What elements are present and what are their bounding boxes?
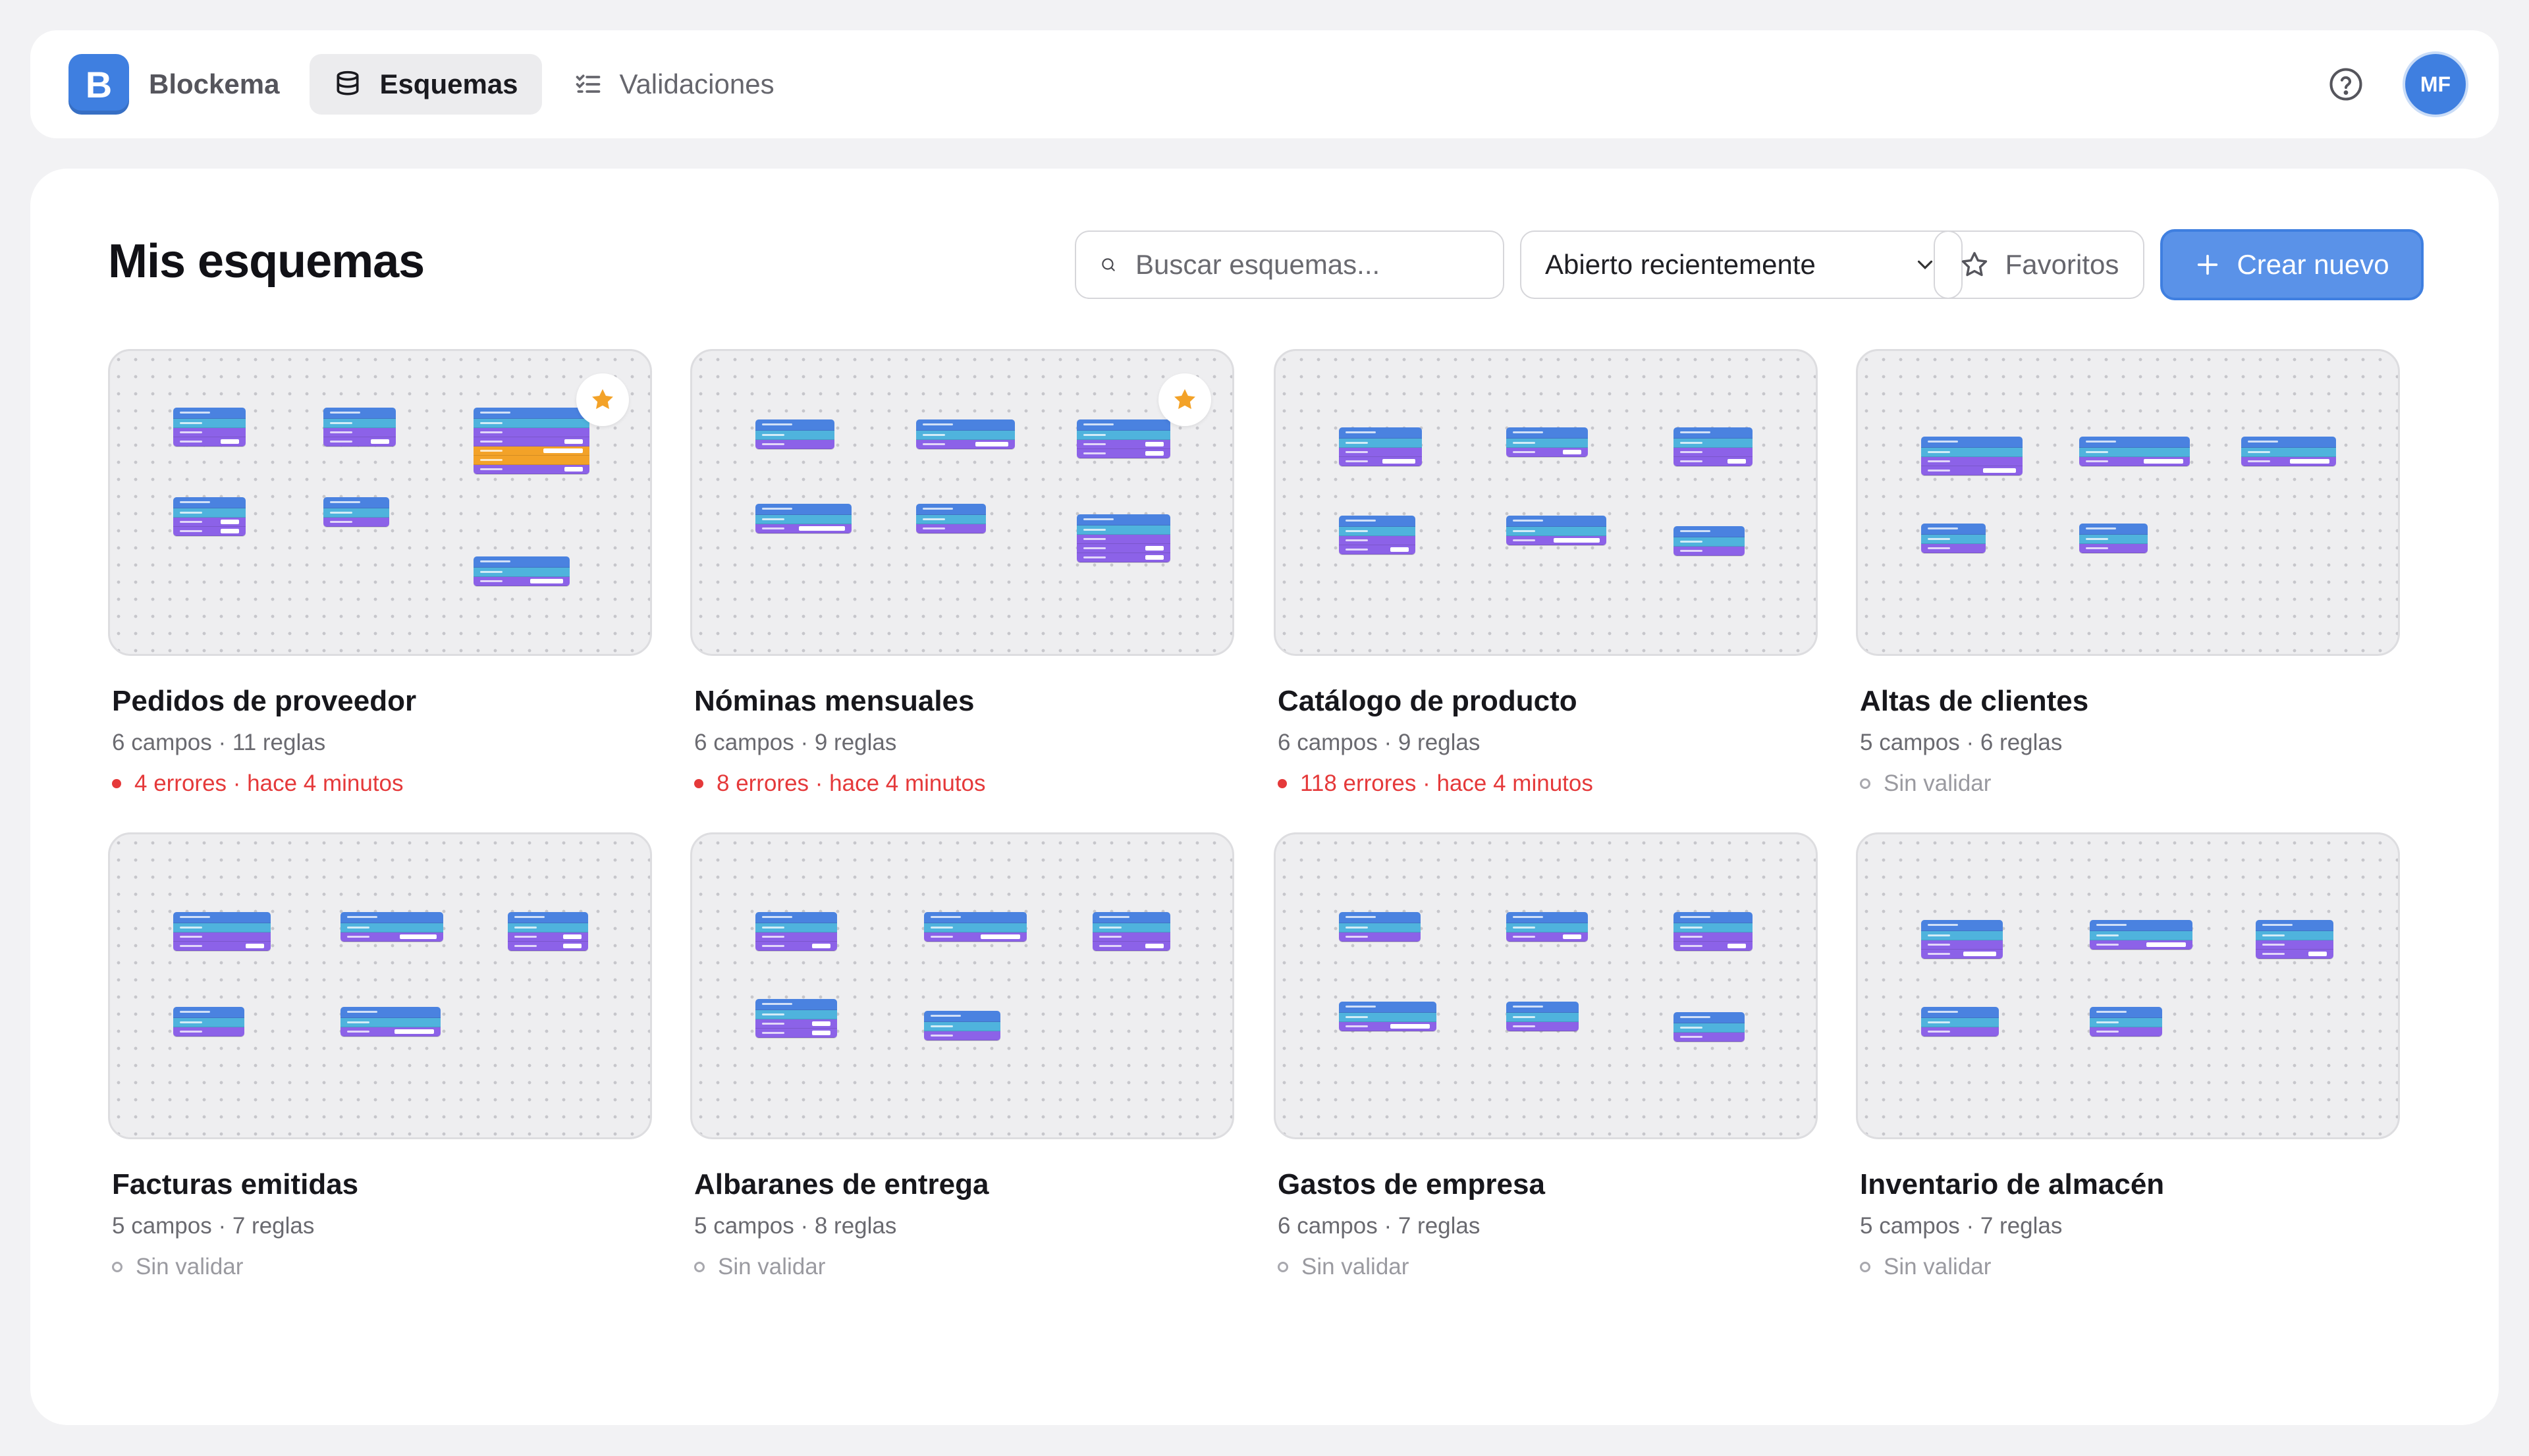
schema-meta: 5 campos · 7 reglas — [1860, 1213, 2063, 1239]
search-icon — [1102, 258, 1115, 271]
checklist-icon — [576, 74, 600, 93]
schema-thumbnail[interactable] — [690, 832, 1234, 1139]
app-name: Blockema — [149, 68, 280, 99]
star-outline-icon — [1961, 252, 1987, 277]
schema-card[interactable]: Gastos de empresa 6 campos · 7 reglas Si… — [1274, 832, 1818, 1280]
nav-tab-validaciones[interactable]: Validaciones — [550, 54, 798, 115]
schema-meta: 5 campos · 7 reglas — [112, 1213, 315, 1239]
search-box[interactable] — [1075, 230, 1504, 299]
schema-status: Sin validar — [1860, 1254, 2400, 1280]
schema-status: Sin validar — [112, 1254, 652, 1280]
help-button[interactable] — [2326, 65, 2366, 104]
error-dot-icon — [694, 779, 703, 788]
star-filled-icon — [1174, 389, 1195, 410]
status-circle-icon — [1860, 1262, 1870, 1272]
schema-status: Sin validar — [694, 1254, 1234, 1280]
schema-title[interactable]: Pedidos de proveedor — [112, 685, 652, 718]
schema-card[interactable]: Altas de clientes 5 campos · 6 reglas Si… — [1856, 349, 2400, 797]
schema-status: Sin validar — [1860, 770, 2400, 797]
app-logo[interactable]: B — [68, 54, 129, 115]
schema-thumbnail[interactable] — [108, 349, 652, 656]
nav-tab-label: Validaciones — [619, 68, 775, 99]
schema-status-text: Sin validar — [1884, 1254, 1992, 1280]
top-nav-bar: B Blockema Esquemas Validaciones MF — [30, 30, 2499, 138]
schema-thumbnail[interactable] — [690, 349, 1234, 656]
create-new-label: Crear nuevo — [2237, 249, 2389, 280]
error-dot-icon — [1278, 779, 1287, 788]
schema-title[interactable]: Altas de clientes — [1860, 685, 2400, 718]
favorites-button[interactable]: Favoritos — [1934, 230, 2144, 299]
schema-status-text: 8 errores · hace 4 minutos — [717, 770, 986, 796]
schema-card[interactable]: Catálogo de producto 6 campos · 9 reglas… — [1274, 349, 1818, 797]
schema-status-text: 4 errores · hace 4 minutos — [134, 770, 404, 796]
schema-status: 4 errores · hace 4 minutos — [112, 770, 652, 797]
schema-card[interactable]: Facturas emitidas 5 campos · 7 reglas Si… — [108, 832, 652, 1280]
main-panel: Mis esquemas Abierto recientemente Favor… — [30, 169, 2499, 1425]
schema-thumbnail[interactable] — [108, 832, 652, 1139]
schema-status: 8 errores · hace 4 minutos — [694, 770, 1234, 797]
schema-status: Sin validar — [1278, 1254, 1818, 1280]
schema-thumbnail[interactable] — [1856, 349, 2400, 656]
schema-title[interactable]: Albaranes de entrega — [694, 1168, 1234, 1201]
sort-dropdown[interactable]: Abierto recientemente — [1520, 230, 1963, 299]
schema-thumbnail[interactable] — [1856, 832, 2400, 1139]
star-filled-icon — [592, 389, 613, 410]
schema-thumbnail[interactable] — [1274, 832, 1818, 1139]
schema-thumbnail[interactable] — [1274, 349, 1818, 656]
logo-letter: B — [85, 63, 113, 105]
schema-status-text: 118 errores · hace 4 minutos — [1300, 770, 1593, 796]
help-icon — [2329, 68, 2362, 101]
schema-meta: 5 campos · 6 reglas — [1860, 730, 2063, 755]
schema-status-text: Sin validar — [1884, 770, 1992, 796]
schema-title[interactable]: Facturas emitidas — [112, 1168, 652, 1201]
schema-card[interactable]: Pedidos de proveedor 6 campos · 11 regla… — [108, 349, 652, 797]
user-avatar[interactable]: MF — [2405, 54, 2466, 115]
status-circle-icon — [1860, 778, 1870, 789]
schema-meta: 6 campos · 9 reglas — [694, 730, 897, 755]
schema-title[interactable]: Nóminas mensuales — [694, 685, 1234, 718]
schema-title[interactable]: Inventario de almacén — [1860, 1168, 2400, 1201]
schema-title[interactable]: Gastos de empresa — [1278, 1168, 1818, 1201]
sort-selected-value: Abierto recientemente — [1545, 249, 1816, 280]
favorite-star[interactable] — [576, 373, 629, 426]
schema-meta: 6 campos · 11 reglas — [112, 730, 326, 755]
schema-card[interactable]: Nóminas mensuales 6 campos · 9 reglas 8 … — [690, 349, 1234, 797]
plus-icon — [2198, 254, 2218, 275]
search-input[interactable] — [1134, 248, 1479, 281]
error-dot-icon — [112, 779, 121, 788]
database-icon — [337, 70, 359, 95]
favorite-star[interactable] — [1158, 373, 1211, 426]
user-initials: MF — [2420, 72, 2451, 96]
create-new-button[interactable]: Crear nuevo — [2160, 229, 2424, 300]
favorites-label: Favoritos — [2005, 249, 2119, 280]
schema-meta: 6 campos · 9 reglas — [1278, 730, 1481, 755]
schema-card[interactable]: Albaranes de entrega 5 campos · 8 reglas… — [690, 832, 1234, 1280]
status-circle-icon — [1278, 1262, 1288, 1272]
nav-tab-label: Esquemas — [379, 68, 518, 99]
schema-status-text: Sin validar — [136, 1254, 244, 1280]
schema-card[interactable]: Inventario de almacén 5 campos · 7 regla… — [1856, 832, 2400, 1280]
status-circle-icon — [694, 1262, 705, 1272]
nav-tab-esquemas[interactable]: Esquemas — [310, 54, 542, 115]
schema-status: 118 errores · hace 4 minutos — [1278, 770, 1818, 797]
status-circle-icon — [112, 1262, 122, 1272]
page-title: Mis esquemas — [108, 235, 425, 288]
schema-title[interactable]: Catálogo de producto — [1278, 685, 1818, 718]
schema-status-text: Sin validar — [718, 1254, 826, 1280]
schema-meta: 6 campos · 7 reglas — [1278, 1213, 1481, 1239]
schema-meta: 5 campos · 8 reglas — [694, 1213, 897, 1239]
schema-status-text: Sin validar — [1301, 1254, 1409, 1280]
